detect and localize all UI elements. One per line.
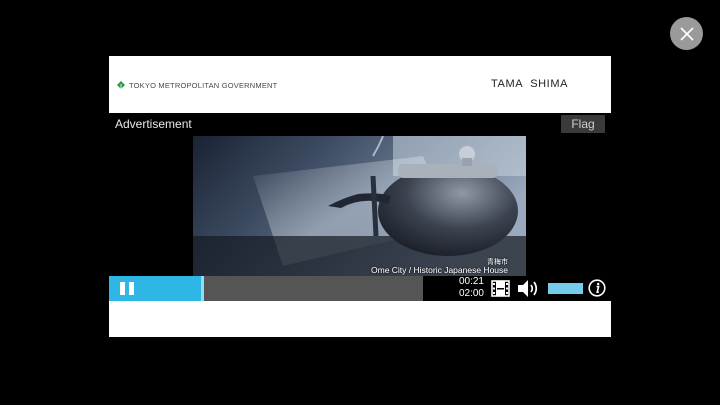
lower-ad-panel xyxy=(109,301,611,337)
video-caption: 青梅市 Ome City / Historic Japanese House xyxy=(371,259,508,275)
ad-banner[interactable]: TOKYO METROPOLITAN GOVERNMENT TAMA SHIMA xyxy=(109,56,611,113)
organization-name: TOKYO METROPOLITAN GOVERNMENT xyxy=(129,80,278,90)
ginkgo-leaf-icon xyxy=(117,81,125,90)
video-player[interactable]: 青梅市 Ome City / Historic Japanese House xyxy=(193,136,526,276)
pause-icon xyxy=(120,282,135,295)
speaker-icon[interactable] xyxy=(517,279,540,298)
info-icon[interactable] xyxy=(588,279,606,297)
caption-english: Ome City / Historic Japanese House xyxy=(371,265,508,276)
progress-bar[interactable] xyxy=(201,276,423,301)
flag-button[interactable]: Flag xyxy=(561,115,605,133)
film-icon[interactable] xyxy=(491,279,510,298)
time-display: 00:21 02:00 xyxy=(444,276,484,301)
government-logo: TOKYO METROPOLITAN GOVERNMENT xyxy=(116,80,277,90)
close-icon xyxy=(679,26,694,41)
progress-handle[interactable] xyxy=(201,276,204,301)
player-controls: 00:21 02:00 xyxy=(109,276,611,301)
close-button[interactable] xyxy=(670,17,703,50)
duration: 02:00 xyxy=(458,288,484,299)
advertisement-label: Advertisement xyxy=(115,117,192,131)
current-time: 00:21 xyxy=(458,276,484,287)
volume-slider[interactable] xyxy=(548,283,583,294)
banner-title: TAMA SHIMA xyxy=(491,78,569,90)
pause-button[interactable] xyxy=(109,276,201,301)
video-frame xyxy=(193,136,526,276)
